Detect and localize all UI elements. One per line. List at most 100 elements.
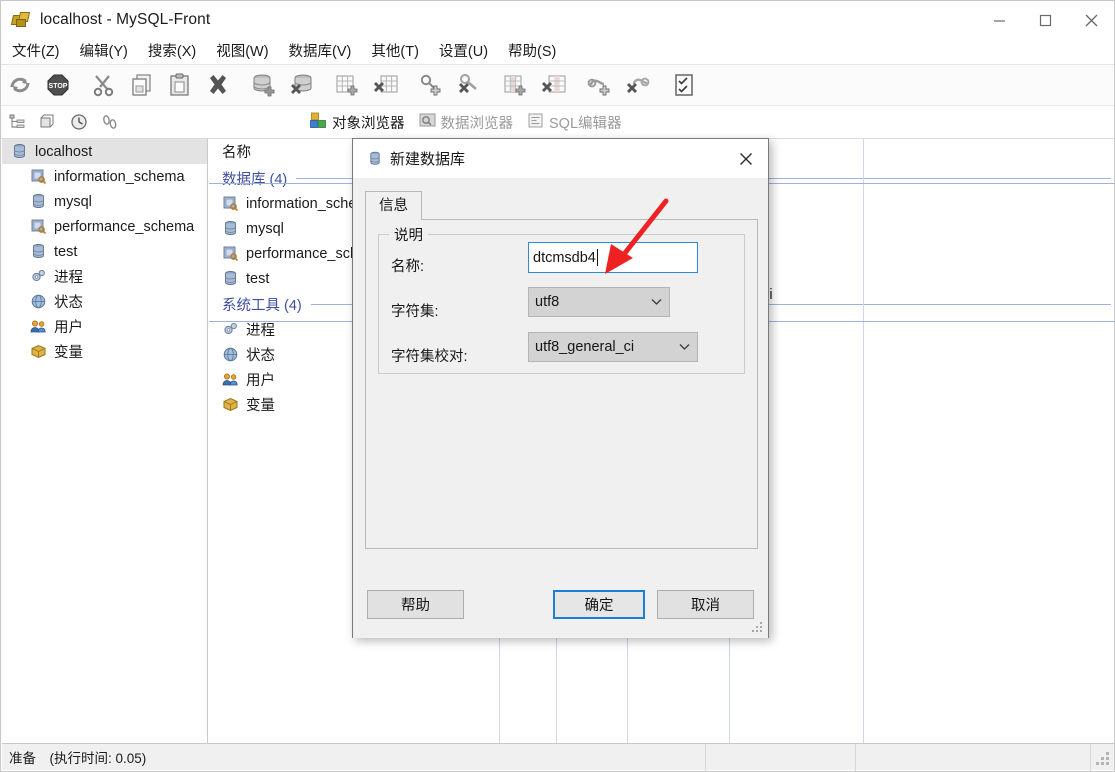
- tree-node-users[interactable]: 用户: [2, 314, 207, 339]
- dialog-close-icon[interactable]: [724, 139, 768, 179]
- checklist-icon[interactable]: [665, 66, 703, 104]
- window-title: localhost - MySQL-Front: [40, 11, 211, 28]
- tab-data-browser[interactable]: 数据浏览器: [412, 108, 521, 136]
- variables-box-icon: [30, 343, 47, 360]
- window-controls: [976, 1, 1114, 39]
- menu-edit[interactable]: 编辑(Y): [71, 39, 137, 65]
- add-index-icon[interactable]: [413, 66, 451, 104]
- drop-foreignkey-icon[interactable]: [619, 66, 657, 104]
- charset-select[interactable]: utf8: [528, 287, 670, 317]
- menu-file[interactable]: 文件(Z): [3, 39, 69, 65]
- dialog-tab-page: 说明 名称: 字符集: 字符集校对: dtcmsdb4 utf8 utf8_ge…: [365, 219, 758, 549]
- process-gear-icon: [30, 268, 47, 285]
- tree-node-test-label: test: [54, 243, 78, 260]
- database-name-input[interactable]: dtcmsdb4: [528, 242, 698, 273]
- list-item-label: 用户: [246, 373, 275, 389]
- object-browser-icon: [310, 112, 327, 133]
- tree-node-performance-schema-label: performance_schema: [54, 218, 195, 235]
- add-database-icon[interactable]: [245, 66, 283, 104]
- charset-value: utf8: [535, 294, 560, 310]
- database-icon: [368, 151, 382, 167]
- tree-node-mysql[interactable]: mysql: [2, 189, 207, 214]
- title-bar: localhost - MySQL-Front: [1, 1, 1114, 39]
- tree-node-processes[interactable]: 进程: [2, 264, 207, 289]
- close-icon[interactable]: [1068, 1, 1114, 39]
- tab-sql-editor[interactable]: SQL编辑器: [520, 108, 629, 136]
- list-item-label: 进程: [246, 323, 275, 339]
- stop-icon[interactable]: STOP: [39, 66, 77, 104]
- drop-table-icon[interactable]: [367, 66, 405, 104]
- tree-node-performance-schema[interactable]: performance_schema: [2, 214, 207, 239]
- status-bar: 准备 (执行时间: 0.05): [2, 743, 1114, 771]
- tree-node-localhost-label: localhost: [35, 143, 93, 160]
- process-gear-icon: [222, 321, 239, 338]
- list-item-label: 状态: [246, 348, 275, 364]
- application-window: localhost - MySQL-Front 文件(Z) 编辑(Y) 搜索(X…: [0, 0, 1115, 772]
- tree-node-variables[interactable]: 变量: [2, 339, 207, 364]
- charset-field-label: 字符集:: [391, 304, 439, 320]
- menu-help[interactable]: 帮助(S): [499, 39, 565, 65]
- main-toolbar: STOP: [1, 65, 1114, 106]
- chevron-down-icon: [649, 298, 663, 306]
- tree-node-test[interactable]: test: [2, 239, 207, 264]
- drop-field-icon[interactable]: [535, 66, 573, 104]
- variables-box-icon: [222, 396, 239, 413]
- tree-view-icon[interactable]: [1, 107, 32, 137]
- dialog-title-bar: 新建数据库: [353, 139, 768, 179]
- new-database-dialog[interactable]: 新建数据库 说明 名称: 字符集: 字符集校对: dtcmsdb4 utf8 u…: [352, 138, 769, 638]
- add-table-icon[interactable]: [329, 66, 367, 104]
- schema-search-icon: [222, 195, 239, 212]
- tree-node-information-schema[interactable]: information_schema: [2, 164, 207, 189]
- view-tab-group: 对象浏览器 数据浏览器 SQL编辑器: [303, 108, 629, 136]
- objects-icon[interactable]: [32, 107, 63, 137]
- add-foreignkey-icon[interactable]: [581, 66, 619, 104]
- menu-bar: 文件(Z) 编辑(Y) 搜索(X) 视图(W) 数据库(V) 其他(T) 设置(…: [1, 39, 1114, 65]
- object-tree-panel[interactable]: localhost information_schema mysql perfo…: [2, 139, 208, 744]
- description-groupbox-legend: 说明: [389, 224, 428, 245]
- mysql-front-app-icon: [10, 12, 31, 28]
- database-icon: [30, 193, 47, 210]
- cut-icon[interactable]: [85, 66, 123, 104]
- users-icon: [222, 371, 239, 388]
- menu-database[interactable]: 数据库(V): [280, 39, 361, 65]
- status-cell-2: [706, 743, 856, 771]
- tree-node-localhost[interactable]: localhost: [2, 139, 207, 164]
- server-icon: [11, 143, 28, 160]
- menu-view[interactable]: 视图(W): [207, 39, 277, 65]
- add-field-icon[interactable]: [497, 66, 535, 104]
- dialog-resize-grip[interactable]: [751, 622, 764, 635]
- column-divider-5[interactable]: [863, 139, 864, 744]
- refresh-icon[interactable]: [1, 66, 39, 104]
- help-button[interactable]: 帮助: [367, 590, 464, 619]
- tab-info[interactable]: 信息: [365, 191, 422, 220]
- status-globe-icon: [30, 293, 47, 310]
- menu-settings[interactable]: 设置(U): [430, 39, 497, 65]
- status-ready: 准备 (执行时间: 0.05): [2, 743, 706, 771]
- group-system-tools-title: 系统工具 (4): [222, 297, 302, 314]
- maximize-icon[interactable]: [1022, 1, 1068, 39]
- dialog-title: 新建数据库: [390, 151, 466, 168]
- status-globe-icon: [222, 346, 239, 363]
- drop-database-icon[interactable]: [283, 66, 321, 104]
- tree-node-mysql-label: mysql: [54, 193, 92, 210]
- menu-other[interactable]: 其他(T): [362, 39, 428, 65]
- history-icon[interactable]: [63, 107, 94, 137]
- paste-icon[interactable]: [161, 66, 199, 104]
- ok-button[interactable]: 确定: [553, 590, 645, 619]
- cancel-button[interactable]: 取消: [657, 590, 754, 619]
- menu-search[interactable]: 搜索(X): [139, 39, 205, 65]
- drop-index-icon[interactable]: [451, 66, 489, 104]
- footprints-icon[interactable]: [94, 107, 125, 137]
- database-icon: [222, 270, 239, 287]
- dialog-body: 说明 名称: 字符集: 字符集校对: dtcmsdb4 utf8 utf8_ge…: [353, 179, 768, 638]
- delete-icon[interactable]: [199, 66, 237, 104]
- svg-text:STOP: STOP: [49, 83, 68, 90]
- collation-select[interactable]: utf8_general_ci: [528, 332, 698, 362]
- minimize-icon[interactable]: [976, 1, 1022, 39]
- users-icon: [30, 318, 47, 335]
- tab-sql-editor-label: SQL编辑器: [549, 115, 622, 132]
- tree-node-status[interactable]: 状态: [2, 289, 207, 314]
- tab-object-browser[interactable]: 对象浏览器: [303, 108, 412, 136]
- copy-icon[interactable]: [123, 66, 161, 104]
- window-resize-grip[interactable]: [1092, 744, 1114, 771]
